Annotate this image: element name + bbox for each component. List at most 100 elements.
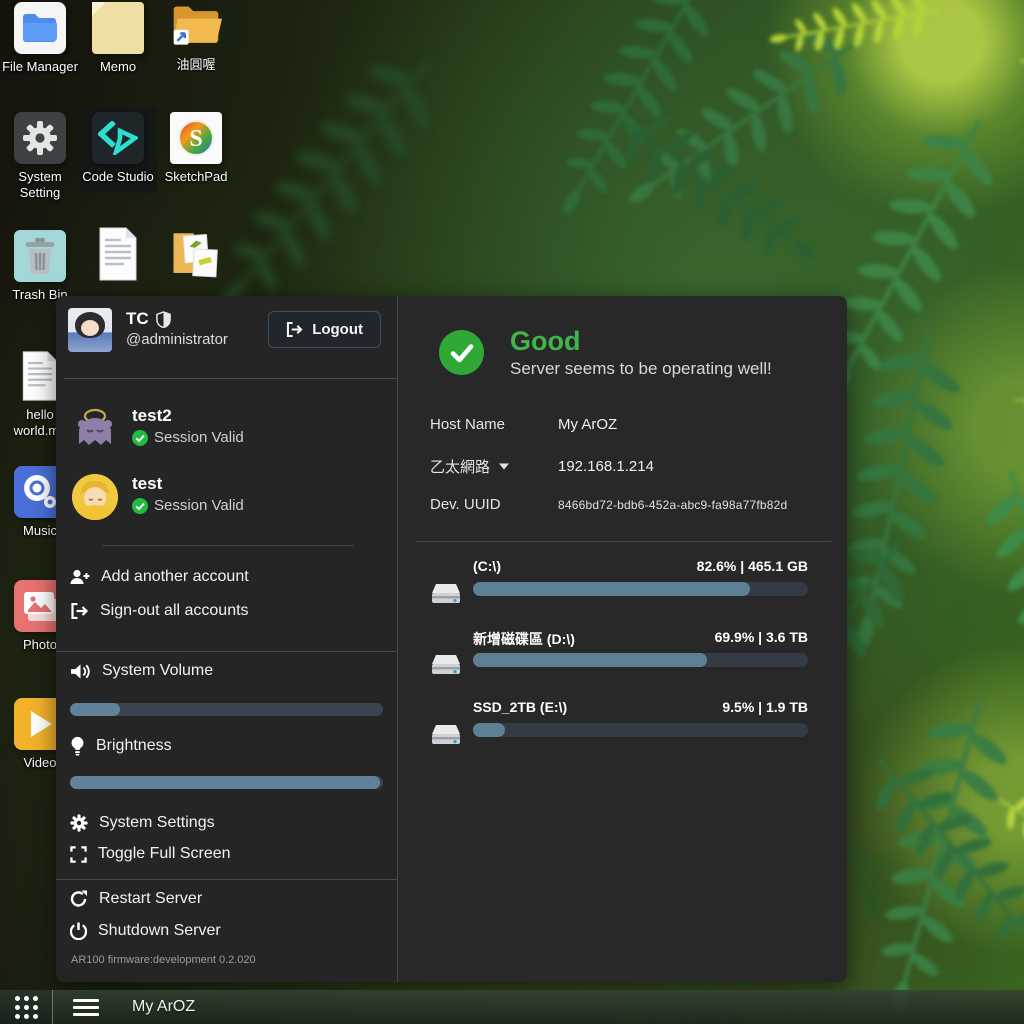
gear-icon — [14, 112, 66, 164]
taskbar-title: My ArOZ — [132, 998, 195, 1016]
uuid-value: 8466bd72-bdb6-452a-abc9-fa98a77fb82d — [558, 498, 787, 512]
icon-label: Memo — [79, 59, 157, 75]
account-name: test — [132, 474, 244, 494]
logout-button[interactable]: Logout — [268, 311, 381, 348]
icon-label: Code Studio — [81, 169, 155, 185]
trash-icon — [14, 230, 66, 282]
desktop-icon-memo[interactable]: Memo — [79, 2, 157, 75]
current-user-handle: @administrator — [126, 331, 228, 348]
start-menu-popup: TC @administrator Logout — [56, 296, 847, 982]
taskbar: My ArOZ — [0, 990, 1024, 1024]
firmware-version: AR100 firmware:development 0.2.020 — [71, 954, 256, 966]
desktop-icon-shortcut-folder[interactable]: 油圓喔 — [157, 0, 235, 73]
brightness-slider-fill — [70, 776, 380, 789]
disk-usage-bar — [473, 723, 808, 737]
brightness-label: Brightness — [70, 736, 172, 756]
icon-label: File Manager — [1, 59, 79, 75]
disk-usage-bar — [473, 653, 808, 667]
desktop-icon-trash-bin[interactable]: Trash Bin — [1, 230, 79, 303]
lightbulb-icon — [70, 736, 85, 756]
divider — [416, 541, 831, 542]
caret-down-icon — [499, 463, 509, 470]
orange-folder-icon — [170, 0, 222, 52]
folder-files-icon — [170, 228, 222, 280]
restart-server-item[interactable]: Restart Server — [70, 890, 202, 908]
check-circle-icon — [132, 498, 148, 514]
network-dropdown[interactable]: 乙太網路 — [430, 456, 558, 477]
uuid-label: Dev. UUID — [430, 496, 558, 513]
desktop-icon-folder-with-files[interactable] — [157, 228, 235, 280]
hdd-icon — [430, 653, 462, 677]
shield-icon — [156, 311, 171, 328]
network-row: 乙太網路 192.168.1.214 — [430, 456, 820, 477]
disk-name: (C:\) — [473, 558, 501, 574]
disk-usage-fill — [473, 653, 707, 667]
popup-left-column: TC @administrator Logout — [56, 296, 397, 982]
divider — [64, 378, 397, 379]
gear-icon — [70, 814, 88, 832]
divider — [102, 545, 354, 546]
logout-icon — [286, 322, 303, 337]
hdd-icon — [430, 582, 462, 606]
code-studio-icon — [92, 112, 144, 164]
app-launcher-button[interactable] — [0, 990, 53, 1024]
disk-usage-fill — [473, 582, 750, 596]
disk-usage: 82.6% | 465.1 GB — [697, 558, 808, 574]
fullscreen-icon — [70, 846, 87, 863]
disk-usage: 9.5% | 1.9 TB — [722, 699, 808, 715]
popup-right-column: Good Server seems to be operating well! … — [397, 296, 847, 982]
account-status: Session Valid — [132, 429, 244, 446]
user-plus-icon — [70, 569, 90, 585]
menu-button[interactable] — [73, 999, 99, 1016]
shutdown-server-item[interactable]: Shutdown Server — [70, 922, 221, 940]
brightness-slider[interactable] — [70, 776, 383, 789]
restart-icon — [70, 890, 88, 908]
account-name: test2 — [132, 406, 244, 426]
desktop-icon-sketchpad[interactable]: S SketchPad — [157, 112, 235, 185]
disk-name: 新增磁碟區 (D:\) — [473, 629, 575, 649]
account-avatar-test2 — [72, 406, 118, 452]
uuid-row: Dev. UUID 8466bd72-bdb6-452a-abc9-fa98a7… — [430, 496, 820, 513]
sketchpad-icon: S — [170, 112, 222, 164]
icon-label: System Setting — [1, 169, 79, 202]
avatar-art — [81, 320, 99, 336]
sign-out-icon — [70, 603, 89, 619]
signout-all-item[interactable]: Sign-out all accounts — [70, 602, 249, 620]
account-row-test[interactable]: test Session Valid — [72, 474, 244, 520]
desktop-icon-code-studio[interactable]: Code Studio — [79, 107, 157, 193]
disk-row-d: 新增磁碟區 (D:\) 69.9% | 3.6 TB — [430, 629, 808, 687]
hostname-row: Host Name My ArOZ — [430, 416, 820, 433]
file-manager-icon — [14, 2, 66, 54]
hostname-value: My ArOZ — [558, 416, 617, 433]
power-icon — [70, 922, 87, 940]
add-account-item[interactable]: Add another account — [70, 568, 249, 586]
system-settings-item[interactable]: System Settings — [70, 814, 215, 832]
check-circle-icon — [132, 430, 148, 446]
hdd-icon — [430, 723, 462, 747]
desktop-icon-document[interactable] — [79, 228, 157, 280]
volume-slider-fill — [70, 703, 120, 716]
volume-icon — [70, 663, 91, 680]
divider — [56, 651, 397, 652]
desktop-icon-system-setting[interactable]: System Setting — [1, 112, 79, 202]
desktop-icon-file-manager[interactable]: File Manager — [1, 2, 79, 75]
memo-icon — [92, 2, 144, 54]
server-status-subtitle: Server seems to be operating well! — [510, 359, 772, 379]
system-volume-label: System Volume — [70, 662, 213, 680]
ip-address-value: 192.168.1.214 — [558, 458, 654, 475]
hamburger-icon — [73, 999, 99, 1002]
current-user-avatar[interactable] — [68, 308, 112, 352]
document-icon — [92, 228, 144, 280]
divider — [56, 879, 397, 880]
hostname-label: Host Name — [430, 416, 558, 433]
grid-icon — [15, 996, 38, 1019]
icon-label: SketchPad — [157, 169, 235, 185]
current-user-name: TC — [126, 309, 171, 329]
disk-usage-fill — [473, 723, 505, 737]
toggle-fullscreen-item[interactable]: Toggle Full Screen — [70, 845, 231, 863]
svg-text:S: S — [189, 126, 202, 152]
account-row-test2[interactable]: test2 Session Valid — [72, 406, 244, 452]
volume-slider[interactable] — [70, 703, 383, 716]
disk-row-c: (C:\) 82.6% | 465.1 GB — [430, 558, 808, 616]
disk-usage: 69.9% | 3.6 TB — [715, 629, 808, 649]
